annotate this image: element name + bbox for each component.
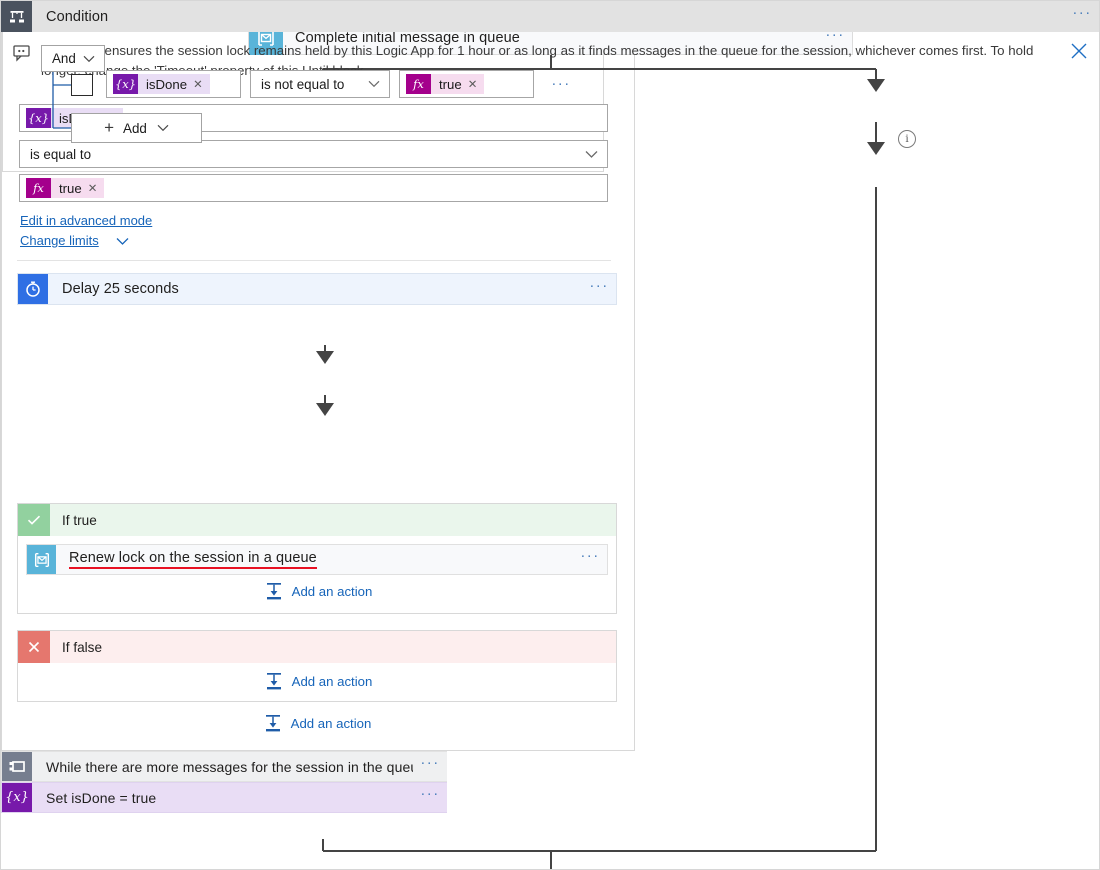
chevron-down-icon[interactable] [83,55,95,63]
close-icon[interactable] [1059,41,1099,80]
if-true-label: If true [50,504,616,536]
if-true-branch: If true Renew lock on the session in a q… [17,503,617,614]
overflow-menu-icon[interactable]: ··· [582,274,616,304]
token-remove-icon[interactable]: ✕ [193,77,203,91]
service-bus-icon [27,545,56,574]
until-right-operand-field[interactable]: fx true ✕ [19,174,608,202]
until-scope: Renew session lock until cancelled ··· T… [1,1,635,751]
edit-in-advanced-mode-link[interactable]: Edit in advanced mode [20,213,152,228]
stopwatch-icon [18,274,48,304]
add-action-label: Add an action [292,584,373,599]
condition-scope-header[interactable]: Condition ··· [1,1,1099,32]
token-remove-icon[interactable]: ✕ [88,181,98,195]
token-body: true ✕ [431,74,484,94]
cross-icon [18,631,50,663]
if-true-header: If true [18,504,616,536]
add-button-label: Add [123,121,147,136]
add-action-until-scope[interactable]: Add an action [17,713,617,733]
add-condition-button[interactable]: + Add [71,113,202,143]
add-action-icon [264,581,284,601]
token-remove-icon[interactable]: ✕ [468,77,478,91]
until-operator-dropdown[interactable]: is equal to [19,140,608,168]
condition-row-checkbox[interactable] [71,74,93,96]
variable-badge: {x} [113,74,138,94]
change-limits-link[interactable]: Change limits [20,233,99,248]
until-loop-icon [2,752,32,781]
while-scope-title: While there are more messages for the se… [32,752,413,781]
chevron-down-icon[interactable] [585,150,598,159]
expression-badge: fx [26,178,51,198]
action-set-isdone[interactable]: {x} Set isDone = true ··· [1,782,447,813]
if-false-header: If false [18,631,616,663]
variable-badge: {x} [26,108,51,128]
token-body: true ✕ [51,178,104,198]
token-body: isDone ✕ [138,74,210,94]
if-false-branch: If false Add an action [17,630,617,702]
add-action-if-false[interactable]: Add an action [18,671,618,691]
add-action-icon [263,713,283,733]
action-title: Renew lock on the session in a queue [69,551,317,569]
operator-value: is equal to [20,147,91,162]
variable-token-isdone[interactable]: {x} isDone ✕ [113,74,210,94]
expression-badge: fx [406,74,431,94]
condition-operator-dropdown[interactable]: is not equal to [250,70,390,98]
chevron-down-icon[interactable] [116,237,129,246]
chevron-down-icon[interactable] [157,124,169,132]
action-renew-lock[interactable]: Renew lock on the session in a queue ··· [26,544,608,575]
add-action-icon [264,671,284,691]
checkmark-icon [18,504,50,536]
token-label: isDone [146,77,187,92]
info-icon[interactable]: i [898,130,916,148]
token-label: true [59,181,82,196]
logic-app-designer-canvas: Complete initial message in queue ··· Re… [0,0,1100,870]
condition-row-overflow-menu-icon[interactable]: ··· [544,71,578,104]
overflow-menu-icon[interactable]: ··· [413,783,447,812]
condition-right-operand-field[interactable]: fx true ✕ [399,70,534,98]
action-title-wrap: Renew lock on the session in a queue [56,545,573,574]
logical-operator-value: And [42,51,76,66]
action-title: Set isDone = true [32,783,413,812]
token-label: true [439,77,462,92]
condition-title: Condition [32,1,1065,32]
action-title: Delay 25 seconds [48,274,582,304]
comment-bubble-icon [1,41,41,80]
overflow-menu-icon[interactable]: ··· [573,545,607,574]
condition-fork-icon [1,1,32,32]
action-delay[interactable]: Delay 25 seconds ··· [17,273,617,305]
while-scope-header[interactable]: While there are more messages for the se… [1,751,447,782]
operator-value: is not equal to [251,77,344,92]
variable-icon: {x} [2,783,32,812]
plus-icon: + [104,121,114,135]
if-false-label: If false [50,631,616,663]
add-action-label: Add an action [292,674,373,689]
divider [17,260,611,261]
logical-operator-dropdown[interactable]: And [41,45,105,72]
expression-token-true[interactable]: fx true ✕ [406,74,484,94]
overflow-menu-icon[interactable]: ··· [1065,1,1099,32]
expression-token-true[interactable]: fx true ✕ [26,178,104,198]
add-action-label: Add an action [291,716,372,731]
condition-left-operand-field[interactable]: {x} isDone ✕ [106,70,241,98]
add-action-if-true[interactable]: Add an action [18,581,618,601]
chevron-down-icon[interactable] [368,80,380,88]
overflow-menu-icon[interactable]: ··· [413,752,447,781]
